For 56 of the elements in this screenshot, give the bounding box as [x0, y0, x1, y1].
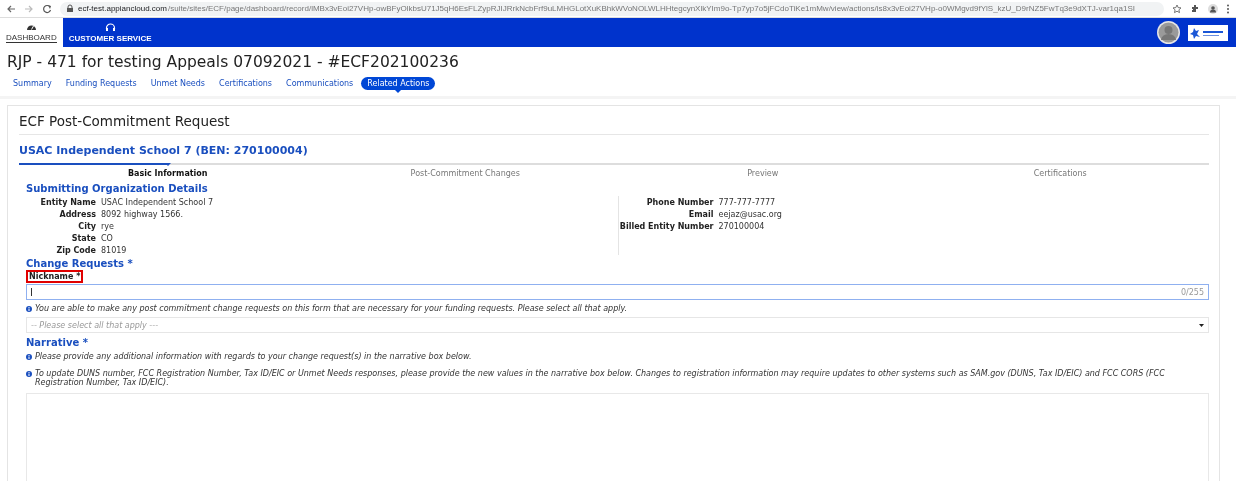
logo-icon[interactable] — [1188, 24, 1228, 41]
step-label: Certifications — [1032, 169, 1088, 178]
record-tab[interactable]: Summary — [7, 77, 58, 90]
field-label: Zip Code — [55, 246, 96, 255]
field-label: Billed Entity Number — [618, 222, 714, 231]
field-value: CO — [101, 234, 114, 243]
address-bar[interactable] — [60, 1, 1164, 16]
field-label: Address — [58, 210, 96, 219]
field-label: Phone Number — [645, 198, 714, 207]
record-tab[interactable]: Certifications — [213, 77, 279, 90]
step-label: Post-Commitment Changes — [409, 169, 521, 178]
caret-icon — [1199, 323, 1204, 327]
info-icon — [26, 306, 32, 312]
nav-tab[interactable]: CUSTOMER SERVICE — [62, 18, 158, 47]
field-value: 777-777-7777 — [718, 198, 777, 207]
record-tab[interactable]: Communications — [280, 77, 360, 90]
section-heading: Change Requests * — [26, 258, 134, 269]
field-value: rye — [101, 222, 115, 231]
character-counter: 0/255 — [1180, 287, 1204, 297]
nav-tab[interactable]: DASHBOARD — [0, 18, 63, 47]
section-heading: Submitting Organization Details — [26, 183, 209, 194]
field-label: Nickname * — [26, 270, 84, 283]
entity-heading: USAC Independent School 7 (BEN: 270100004) — [19, 144, 309, 157]
record-tab[interactable]: Funding Requests — [59, 77, 143, 90]
field-value: 8092 highway 1566. — [101, 210, 184, 219]
field-label: Email — [687, 210, 714, 219]
reload-icon[interactable] — [42, 3, 52, 14]
profile-icon[interactable] — [1208, 3, 1218, 14]
lock-icon — [66, 4, 74, 13]
info-text: Please provide any additional information with regards to your change request(s) in the narrative box below. — [35, 352, 472, 361]
url-host: ecf-test.appiancloud.com — [78, 4, 167, 13]
field-label: Entity Name — [39, 198, 96, 207]
field-value: eejaz@usac.org — [718, 210, 783, 219]
info-icon — [26, 371, 32, 377]
back-icon[interactable] — [6, 3, 16, 14]
page-title: RJP - 471 for testing Appeals 07092021 - #ECF202100236 — [7, 53, 460, 71]
puzzle-icon[interactable] — [1190, 3, 1200, 14]
field-value: 270100004 — [718, 222, 766, 231]
more-icon[interactable] — [1226, 3, 1230, 14]
step-label: Basic Information — [126, 169, 209, 178]
field-value: USAC Independent School 7 — [101, 198, 214, 207]
info-text: You are able to make any post commitment change requests on this form that are necessary for your funding requests. Please select all that apply. — [35, 304, 628, 313]
step-label: Preview — [746, 169, 780, 178]
record-tab[interactable]: Related Actions — [361, 77, 436, 90]
star-icon[interactable] — [1172, 3, 1182, 14]
headset-icon — [104, 22, 116, 32]
record-tab[interactable]: Unmet Needs — [144, 77, 212, 90]
field-label: City — [77, 222, 96, 231]
avatar-icon[interactable] — [1157, 21, 1180, 44]
info-icon — [26, 354, 32, 360]
field-label: State — [70, 234, 96, 243]
url-path: /suite/sites/ECF/page/dashboard/record/lMBx3vEoi27VHp-owBFyOlkbsU71J5qH6EsFLZypRJIJRrkNcbFrf9uLMHGLotXuKBhkWVoNOLWLHHtegcynXlkYIm9o-Tp7yp7o5jFCdoTiKe1mMw/view/actions/is8x3vEoi27VHp-o0WMgvd9fYlS_kzU_D9rNZ5FwTq3e9dXTJ-var1qa1SI — [167, 4, 1135, 13]
form-title: ECF Post-Commitment Request — [19, 106, 1209, 135]
field-value: 81019 — [101, 246, 128, 255]
section-heading: Narrative * — [26, 337, 89, 348]
info-text: To update DUNS number, FCC Registration Number, Tax ID/EIC or Unmet Needs responses, please provide the new values in the narrative box below. Changes to registration information may require updates to other systems such as SAM.gov (DUNS, Tax ID/EIC) and FCC CORS (FCC Registration Number, Tax ID/EIC). — [35, 369, 1166, 387]
